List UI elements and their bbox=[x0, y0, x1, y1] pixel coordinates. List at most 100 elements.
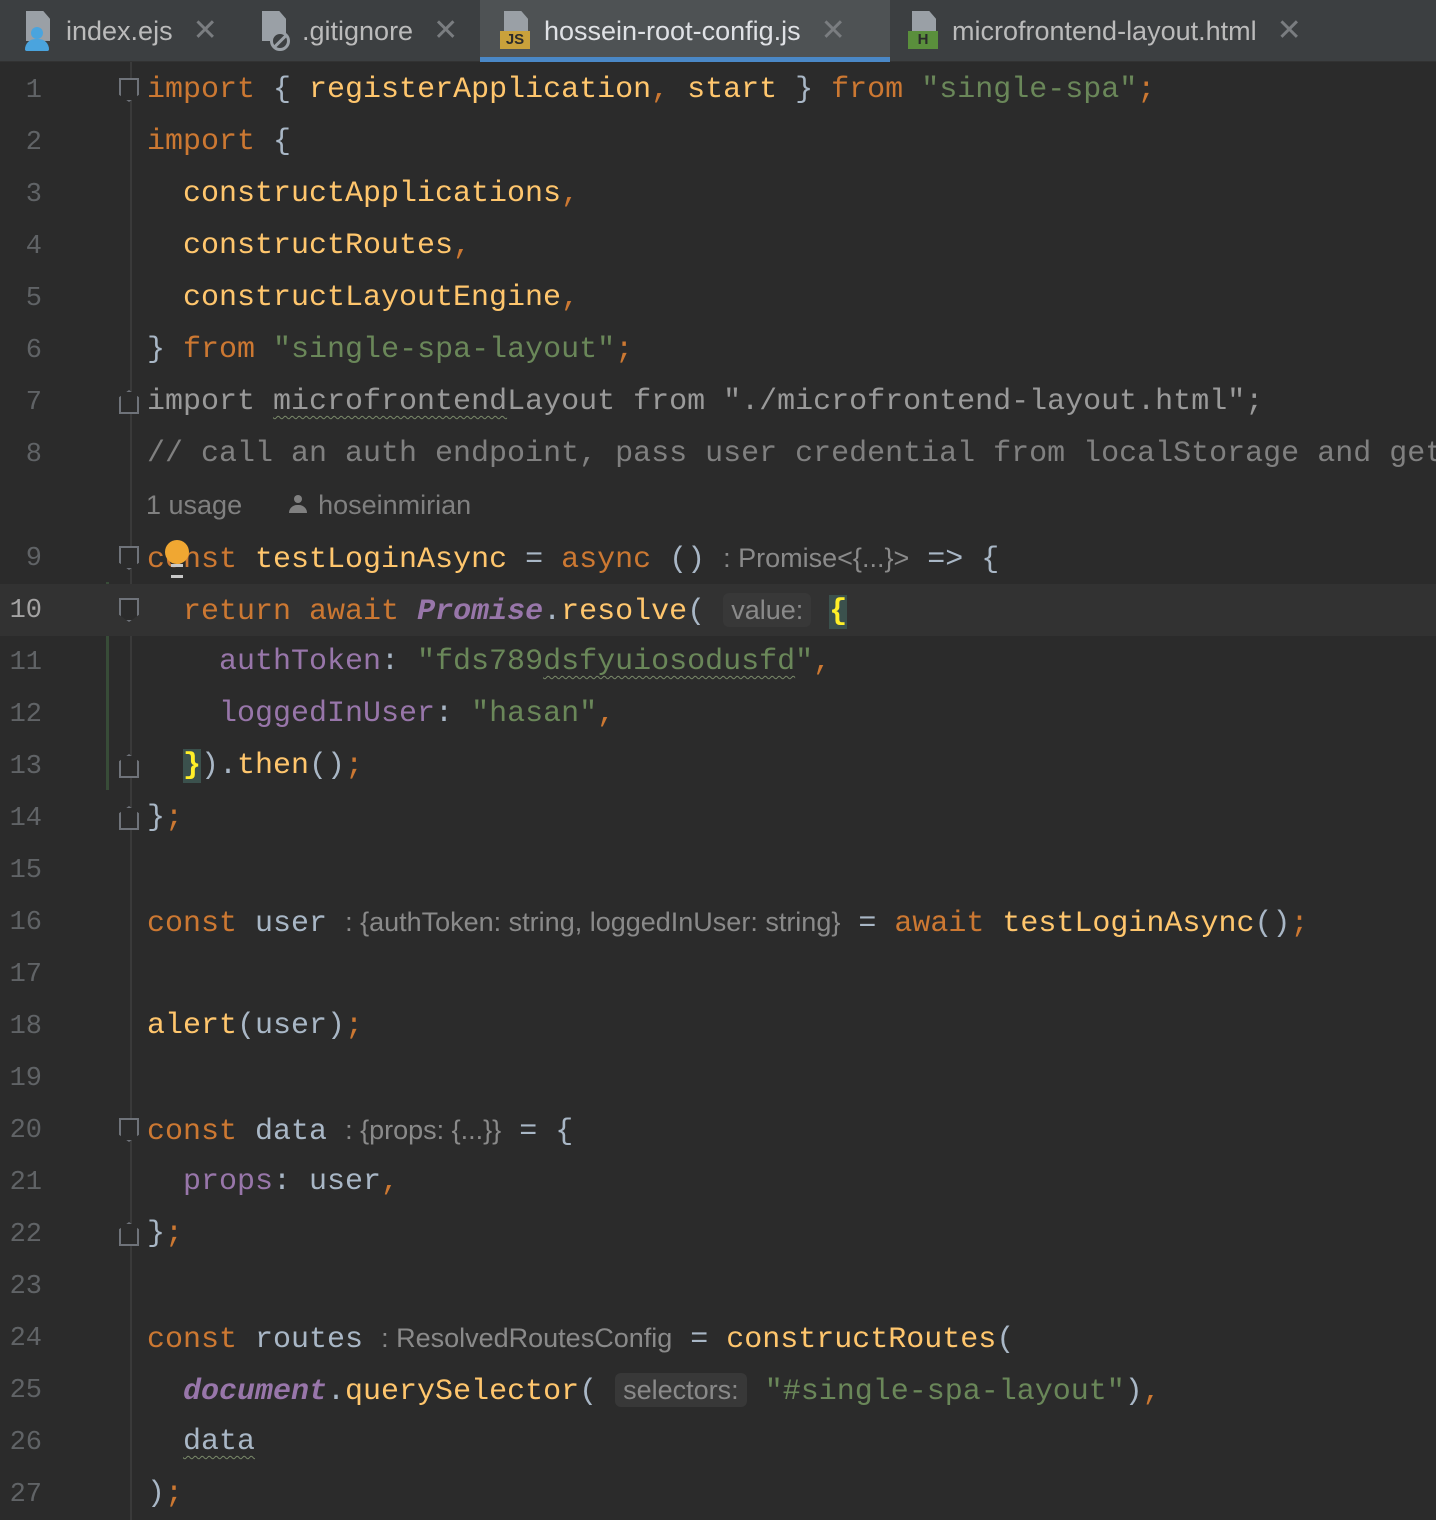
code-line[interactable]: 26 data bbox=[0, 1416, 1436, 1468]
code-line[interactable]: 23 bbox=[0, 1260, 1436, 1312]
usage-count[interactable]: 1 usage bbox=[146, 490, 242, 520]
code-line[interactable]: 14 }; bbox=[0, 792, 1436, 844]
code-line[interactable]: 5 constructLayoutEngine, bbox=[0, 272, 1436, 324]
author-icon bbox=[288, 495, 308, 515]
tab-label: hossein-root-config.js bbox=[544, 15, 801, 46]
tab-hossein-root-config-js[interactable]: JS hossein-root-config.js ✕ bbox=[480, 0, 890, 62]
code-line[interactable]: 20 const data : {props: {...}} = { bbox=[0, 1104, 1436, 1156]
code-line[interactable]: 4 constructRoutes, bbox=[0, 220, 1436, 272]
code-line[interactable]: 25 document.querySelector( selectors: "#… bbox=[0, 1364, 1436, 1416]
code-text: return await Promise.resolve( value: { bbox=[183, 593, 848, 629]
line-number: 9 bbox=[25, 544, 42, 574]
code-text: document.querySelector( selectors: "#sin… bbox=[183, 1373, 1161, 1409]
code-text: }; bbox=[147, 801, 184, 835]
code-text: }; bbox=[147, 1217, 184, 1251]
usage-hint[interactable]: 1 usage hoseinmirian bbox=[146, 490, 471, 521]
code-line[interactable]: 2 import { bbox=[0, 116, 1436, 168]
type-hint: : {props: {...}} bbox=[345, 1115, 502, 1145]
code-text: } from "single-spa-layout"; bbox=[147, 333, 634, 367]
parameter-hint: selectors: bbox=[615, 1373, 747, 1407]
line-number: 11 bbox=[9, 648, 42, 678]
code-text: loggedInUser: "hasan", bbox=[219, 697, 616, 731]
fold-close-icon[interactable] bbox=[119, 806, 139, 830]
tab-label: .gitignore bbox=[302, 15, 414, 46]
code-line[interactable]: 3 constructApplications, bbox=[0, 168, 1436, 220]
code-line[interactable]: 6 } from "single-spa-layout"; bbox=[0, 324, 1436, 376]
fold-close-icon[interactable] bbox=[119, 754, 139, 778]
type-hint: : {authToken: string, loggedInUser: stri… bbox=[345, 907, 841, 937]
code-line[interactable]: 9 const testLoginAsync = async () : Prom… bbox=[0, 532, 1436, 584]
line-number: 3 bbox=[25, 180, 42, 210]
type-hint: : Promise<{...}> bbox=[723, 543, 910, 573]
line-number: 23 bbox=[9, 1272, 42, 1302]
line-number: 18 bbox=[9, 1012, 42, 1042]
code-line[interactable]: 15 bbox=[0, 844, 1436, 896]
tab-label: index.ejs bbox=[66, 15, 173, 46]
fold-close-icon[interactable] bbox=[119, 390, 139, 414]
fold-open-icon[interactable] bbox=[119, 78, 139, 102]
line-number: 27 bbox=[9, 1480, 42, 1510]
line-number: 17 bbox=[9, 960, 42, 990]
ejs-file-icon bbox=[22, 11, 56, 51]
code-text: props: user, bbox=[183, 1165, 400, 1199]
code-text: }).then(); bbox=[183, 749, 364, 783]
matched-brace: { bbox=[829, 595, 848, 629]
ignore-file-icon bbox=[258, 11, 292, 51]
code-text: import { bbox=[147, 125, 292, 159]
line-number: 24 bbox=[9, 1324, 42, 1354]
close-icon[interactable]: ✕ bbox=[821, 16, 846, 46]
code-line[interactable]: 16 const user : {authToken: string, logg… bbox=[0, 896, 1436, 948]
code-text: import { registerApplication, start } fr… bbox=[147, 73, 1156, 107]
tab-index-ejs[interactable]: index.ejs ✕ bbox=[22, 0, 218, 62]
code-line[interactable]: 22 }; bbox=[0, 1208, 1436, 1260]
tab-gitignore[interactable]: .gitignore ✕ bbox=[258, 0, 458, 62]
code-line[interactable]: 27 ); bbox=[0, 1468, 1436, 1520]
close-icon[interactable]: ✕ bbox=[1277, 16, 1302, 46]
author-name[interactable]: hoseinmirian bbox=[318, 490, 471, 520]
code-line[interactable]: 13 }).then(); bbox=[0, 740, 1436, 792]
code-text: ); bbox=[147, 1477, 184, 1511]
code-line[interactable]: 1 import { registerApplication, start } … bbox=[0, 64, 1436, 116]
tab-microfrontend-layout-html[interactable]: H microfrontend-layout.html ✕ bbox=[908, 0, 1302, 62]
code-line[interactable]: 19 bbox=[0, 1052, 1436, 1104]
line-number: 2 bbox=[25, 128, 42, 158]
code-line[interactable]: 21 props: user, bbox=[0, 1156, 1436, 1208]
line-number: 13 bbox=[9, 752, 42, 782]
line-number: 6 bbox=[25, 336, 42, 366]
line-number: 21 bbox=[9, 1168, 42, 1198]
code-editor[interactable]: 1 import { registerApplication, start } … bbox=[0, 62, 1436, 1520]
fold-open-icon[interactable] bbox=[119, 1118, 139, 1142]
code-line[interactable]: 7 import microfrontendLayout from "./mic… bbox=[0, 376, 1436, 428]
code-text: const data : {props: {...}} = { bbox=[147, 1115, 574, 1149]
code-text: authToken: "fds789dsfyuiosodusfd", bbox=[219, 645, 832, 679]
code-text: const user : {authToken: string, loggedI… bbox=[147, 907, 1309, 941]
code-line[interactable]: 18 alert(user); bbox=[0, 1000, 1436, 1052]
fold-close-icon[interactable] bbox=[119, 1222, 139, 1246]
close-icon[interactable]: ✕ bbox=[433, 16, 458, 46]
code-line-current[interactable]: 10 return await Promise.resolve( value: … bbox=[0, 584, 1436, 636]
code-line[interactable]: 8 // call an auth endpoint, pass user cr… bbox=[0, 428, 1436, 480]
code-text: data bbox=[183, 1425, 256, 1459]
line-number: 26 bbox=[9, 1428, 42, 1458]
fold-open-icon[interactable] bbox=[119, 546, 139, 570]
line-number: 4 bbox=[25, 232, 42, 262]
code-text: alert(user); bbox=[147, 1009, 364, 1043]
code-line[interactable]: 11 authToken: "fds789dsfyuiosodusfd", bbox=[0, 636, 1436, 688]
line-number: 22 bbox=[9, 1220, 42, 1250]
code-vision-hint[interactable]: 1 usage hoseinmirian bbox=[0, 480, 1436, 532]
lightbulb-icon[interactable] bbox=[164, 540, 190, 578]
line-number: 5 bbox=[25, 284, 42, 314]
line-number: 8 bbox=[25, 440, 42, 470]
fold-open-icon[interactable] bbox=[119, 598, 139, 622]
line-number: 14 bbox=[9, 804, 42, 834]
code-text: import microfrontendLayout from "./micro… bbox=[147, 385, 1264, 419]
line-number: 7 bbox=[25, 388, 42, 418]
code-comment: // call an auth endpoint, pass user cred… bbox=[147, 437, 1436, 471]
line-number: 16 bbox=[9, 908, 42, 938]
code-text: constructApplications, bbox=[183, 177, 580, 211]
code-line[interactable]: 17 bbox=[0, 948, 1436, 1000]
code-line[interactable]: 12 loggedInUser: "hasan", bbox=[0, 688, 1436, 740]
js-file-icon: JS bbox=[500, 11, 534, 51]
close-icon[interactable]: ✕ bbox=[193, 16, 218, 46]
code-line[interactable]: 24 const routes : ResolvedRoutesConfig =… bbox=[0, 1312, 1436, 1364]
